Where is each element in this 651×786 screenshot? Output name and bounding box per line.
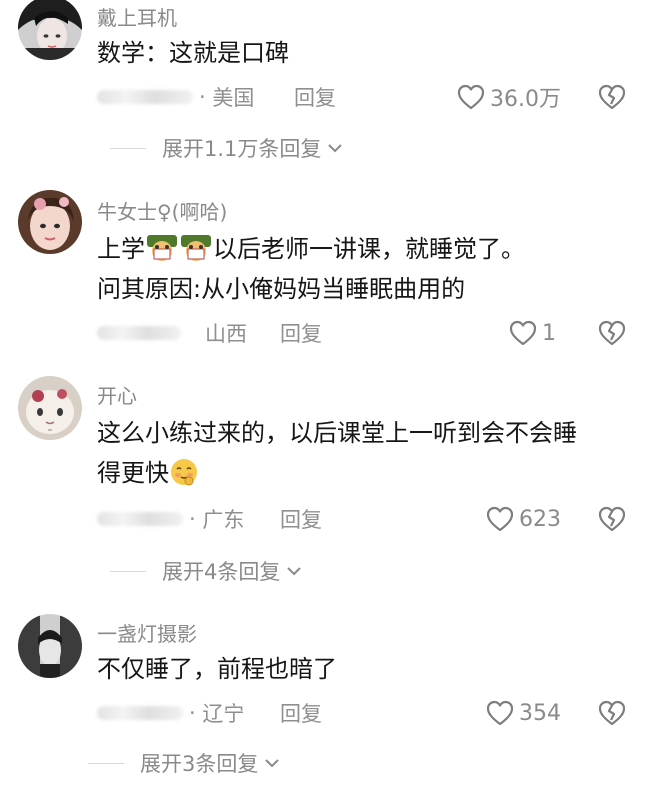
- comment-item: 戴上耳机 数学：这就是口碑 · 美国 回复 36.0万 展开1.1万条回复: [0, 0, 651, 170]
- region-label: 广东: [202, 508, 245, 532]
- comment-text: 数学：这就是口碑: [97, 39, 289, 67]
- avatar[interactable]: [18, 190, 82, 254]
- reply-button[interactable]: 回复: [280, 504, 322, 534]
- heart-outline-icon: [486, 700, 514, 726]
- like-count: 354: [519, 700, 561, 726]
- dislike-button[interactable]: [597, 82, 627, 112]
- timestamp-blurred: [97, 326, 181, 340]
- like-button[interactable]: 623: [485, 504, 561, 534]
- comment-item: 开心 这么小练过来的，以后课堂上一听到会不会睡 得更快 · 广东 回复 623 …: [0, 372, 651, 598]
- heart-outline-icon: [457, 84, 485, 110]
- expand-replies-label: 展开1.1万条回复: [162, 137, 322, 161]
- meta-separator: ·: [189, 701, 203, 725]
- broken-heart-icon: [598, 320, 626, 346]
- like-count: 1: [542, 320, 556, 346]
- like-button[interactable]: 354: [485, 698, 561, 728]
- expand-replies-button[interactable]: 展开4条回复: [110, 556, 302, 586]
- like-button[interactable]: 1: [508, 318, 556, 348]
- meta-separator: ·: [189, 507, 203, 531]
- heart-outline-icon: [509, 320, 537, 346]
- expand-replies-label: 展开3条回复: [140, 752, 259, 776]
- divider-line: [110, 570, 146, 572]
- broken-heart-icon: [598, 700, 626, 726]
- comment-text-line2: 问其原因:从小俺妈妈当睡眠曲用的: [97, 275, 466, 303]
- comment-item: 一盏灯摄影 不仅睡了，前程也暗了 · 辽宁 回复 354 展开3条回复: [0, 608, 651, 786]
- timestamp-blurred: [97, 512, 183, 526]
- comment-meta: 山西: [97, 318, 247, 348]
- comment-meta: · 美国: [97, 82, 254, 112]
- dislike-button[interactable]: [597, 504, 627, 534]
- dislike-button[interactable]: [597, 318, 627, 348]
- comment-item: 牛女士♀(啊哈) 上学 以后老师一讲课，就睡觉了。 问其原因:从小俺妈妈当睡眠曲用…: [0, 188, 651, 356]
- timestamp-blurred: [97, 90, 193, 104]
- comment-text: 上学 以后老师一讲课，就睡觉了。: [97, 230, 525, 274]
- studying-emoji-icon: [145, 233, 179, 274]
- divider-line: [88, 762, 124, 764]
- avatar[interactable]: [18, 614, 82, 678]
- meta-separator: ·: [199, 85, 213, 109]
- username[interactable]: 牛女士♀(啊哈): [97, 196, 227, 225]
- dislike-button[interactable]: [597, 698, 627, 728]
- username[interactable]: 开心: [97, 380, 137, 409]
- reply-button[interactable]: 回复: [280, 318, 322, 348]
- broken-heart-icon: [598, 506, 626, 532]
- avatar[interactable]: [18, 0, 82, 60]
- region-label: 美国: [212, 86, 255, 110]
- username[interactable]: 一盏灯摄影: [97, 618, 197, 647]
- like-button[interactable]: 36.0万: [456, 82, 561, 112]
- expand-replies-button[interactable]: 展开3条回复: [88, 748, 280, 778]
- username[interactable]: 戴上耳机: [97, 2, 177, 31]
- like-count: 623: [519, 506, 561, 532]
- broken-heart-icon: [598, 84, 626, 110]
- chevron-down-icon: [328, 144, 343, 153]
- comment-meta: · 辽宁: [97, 698, 244, 728]
- chevron-down-icon: [265, 759, 280, 768]
- comment-meta: · 广东: [97, 504, 244, 534]
- chevron-down-icon: [287, 567, 302, 576]
- reply-button[interactable]: 回复: [280, 698, 322, 728]
- comment-text-line2: 得更快: [97, 454, 199, 498]
- comment-text: 这么小练过来的，以后课堂上一听到会不会睡: [97, 419, 577, 447]
- avatar[interactable]: [18, 376, 82, 440]
- shy-smile-emoji-icon: [169, 457, 199, 498]
- comment-text-part: 得更快: [97, 459, 169, 487]
- comment-text-part: 上学: [97, 235, 145, 263]
- divider-line: [110, 147, 146, 149]
- heart-outline-icon: [486, 506, 514, 532]
- studying-emoji-icon: [179, 233, 213, 274]
- like-count: 36.0万: [490, 87, 561, 112]
- reply-button[interactable]: 回复: [294, 82, 336, 112]
- timestamp-blurred: [97, 706, 183, 720]
- region-label: 山西: [205, 322, 247, 346]
- expand-replies-button[interactable]: 展开1.1万条回复: [110, 133, 343, 163]
- comment-text: 不仅睡了，前程也暗了: [97, 655, 337, 683]
- comment-text-part: 以后老师一讲课，就睡觉了。: [213, 235, 525, 263]
- expand-replies-label: 展开4条回复: [162, 560, 281, 584]
- region-label: 辽宁: [202, 702, 245, 726]
